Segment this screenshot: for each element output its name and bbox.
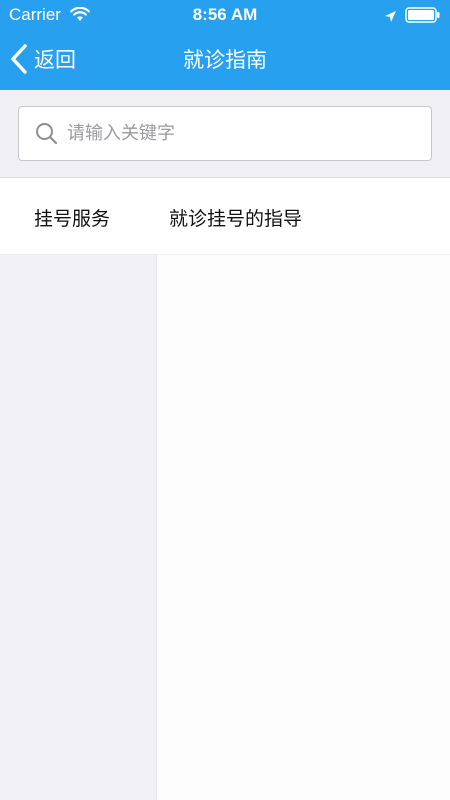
search-input[interactable] bbox=[67, 107, 417, 160]
search-bar bbox=[0, 90, 450, 178]
category-tabs: 挂号服务 就诊挂号的指导 bbox=[0, 178, 450, 255]
battery-icon bbox=[405, 7, 441, 27]
header: Carrier 8:56 AM 返回 就诊指南 bbox=[0, 0, 450, 90]
location-arrow-icon bbox=[384, 8, 397, 27]
right-content-panel bbox=[157, 255, 450, 800]
tab-registration-guidance[interactable]: 就诊挂号的指导 bbox=[169, 204, 302, 231]
left-category-panel bbox=[0, 255, 157, 800]
search-icon bbox=[35, 122, 59, 150]
search-box[interactable] bbox=[18, 106, 432, 161]
page-title: 就诊指南 bbox=[183, 48, 267, 72]
tab-registration-service[interactable]: 挂号服务 bbox=[34, 204, 110, 231]
status-time: 8:56 AM bbox=[192, 5, 258, 24]
navigation-bar: 返回 就诊指南 bbox=[0, 30, 450, 90]
status-bar: Carrier 8:56 AM bbox=[0, 0, 450, 30]
